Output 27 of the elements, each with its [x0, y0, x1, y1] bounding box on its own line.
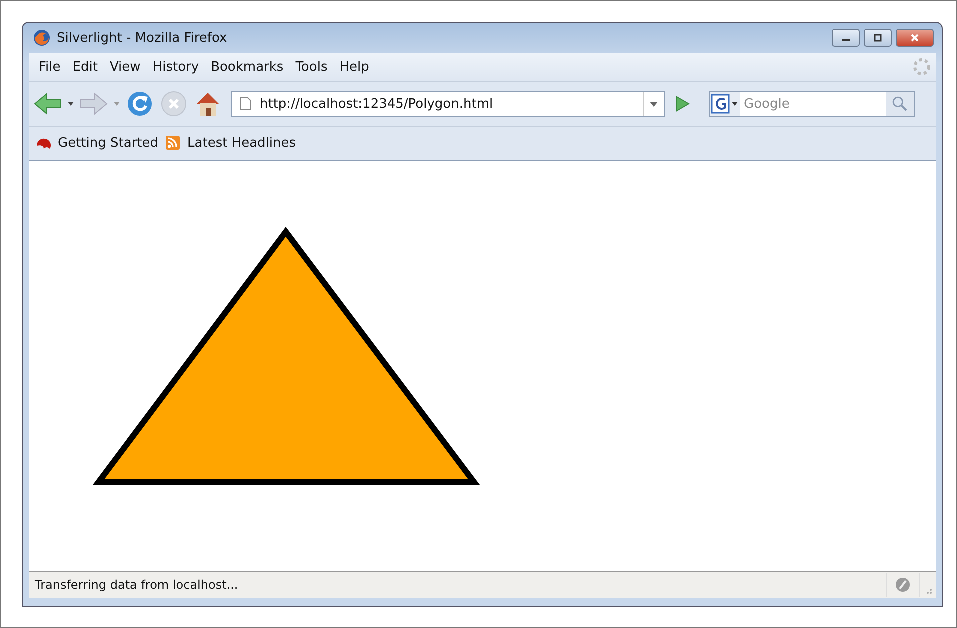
menu-item[interactable]: File — [33, 60, 67, 74]
menu-item[interactable]: Help — [334, 60, 376, 74]
menu-item[interactable]: History — [146, 60, 206, 74]
close-icon — [909, 34, 921, 42]
menu-item[interactable]: Tools — [290, 60, 334, 74]
bookmark-link[interactable]: Latest Headlines — [188, 136, 296, 151]
menu-item[interactable]: Edit — [66, 60, 104, 74]
reload-icon[interactable] — [125, 90, 155, 118]
back-arrow-icon[interactable] — [33, 90, 63, 118]
page-icon — [240, 97, 252, 111]
rss-feed-icon — [164, 136, 183, 152]
search-icon[interactable] — [886, 91, 915, 117]
search-field[interactable]: Google — [740, 91, 886, 117]
window-title: Silverlight - Mozilla Firefox — [57, 30, 228, 46]
minimize-button[interactable] — [832, 29, 860, 47]
address-bar[interactable]: http://localhost:12345/Polygon.html — [231, 91, 665, 117]
disabled-icon — [895, 577, 911, 593]
menu-item[interactable]: Bookmarks — [205, 60, 290, 74]
close-button[interactable] — [896, 29, 934, 47]
maximize-icon — [872, 34, 884, 42]
maximize-button[interactable] — [864, 29, 892, 47]
status-text: Transferring data from localhost... — [35, 578, 238, 592]
throbber-icon — [912, 57, 932, 77]
bookmark-link[interactable]: Getting Started — [58, 136, 159, 151]
menu-item[interactable]: View — [104, 60, 147, 74]
dropdown-arrow-icon[interactable] — [67, 101, 75, 107]
url-text: http://localhost:12345/Polygon.html — [260, 96, 494, 112]
